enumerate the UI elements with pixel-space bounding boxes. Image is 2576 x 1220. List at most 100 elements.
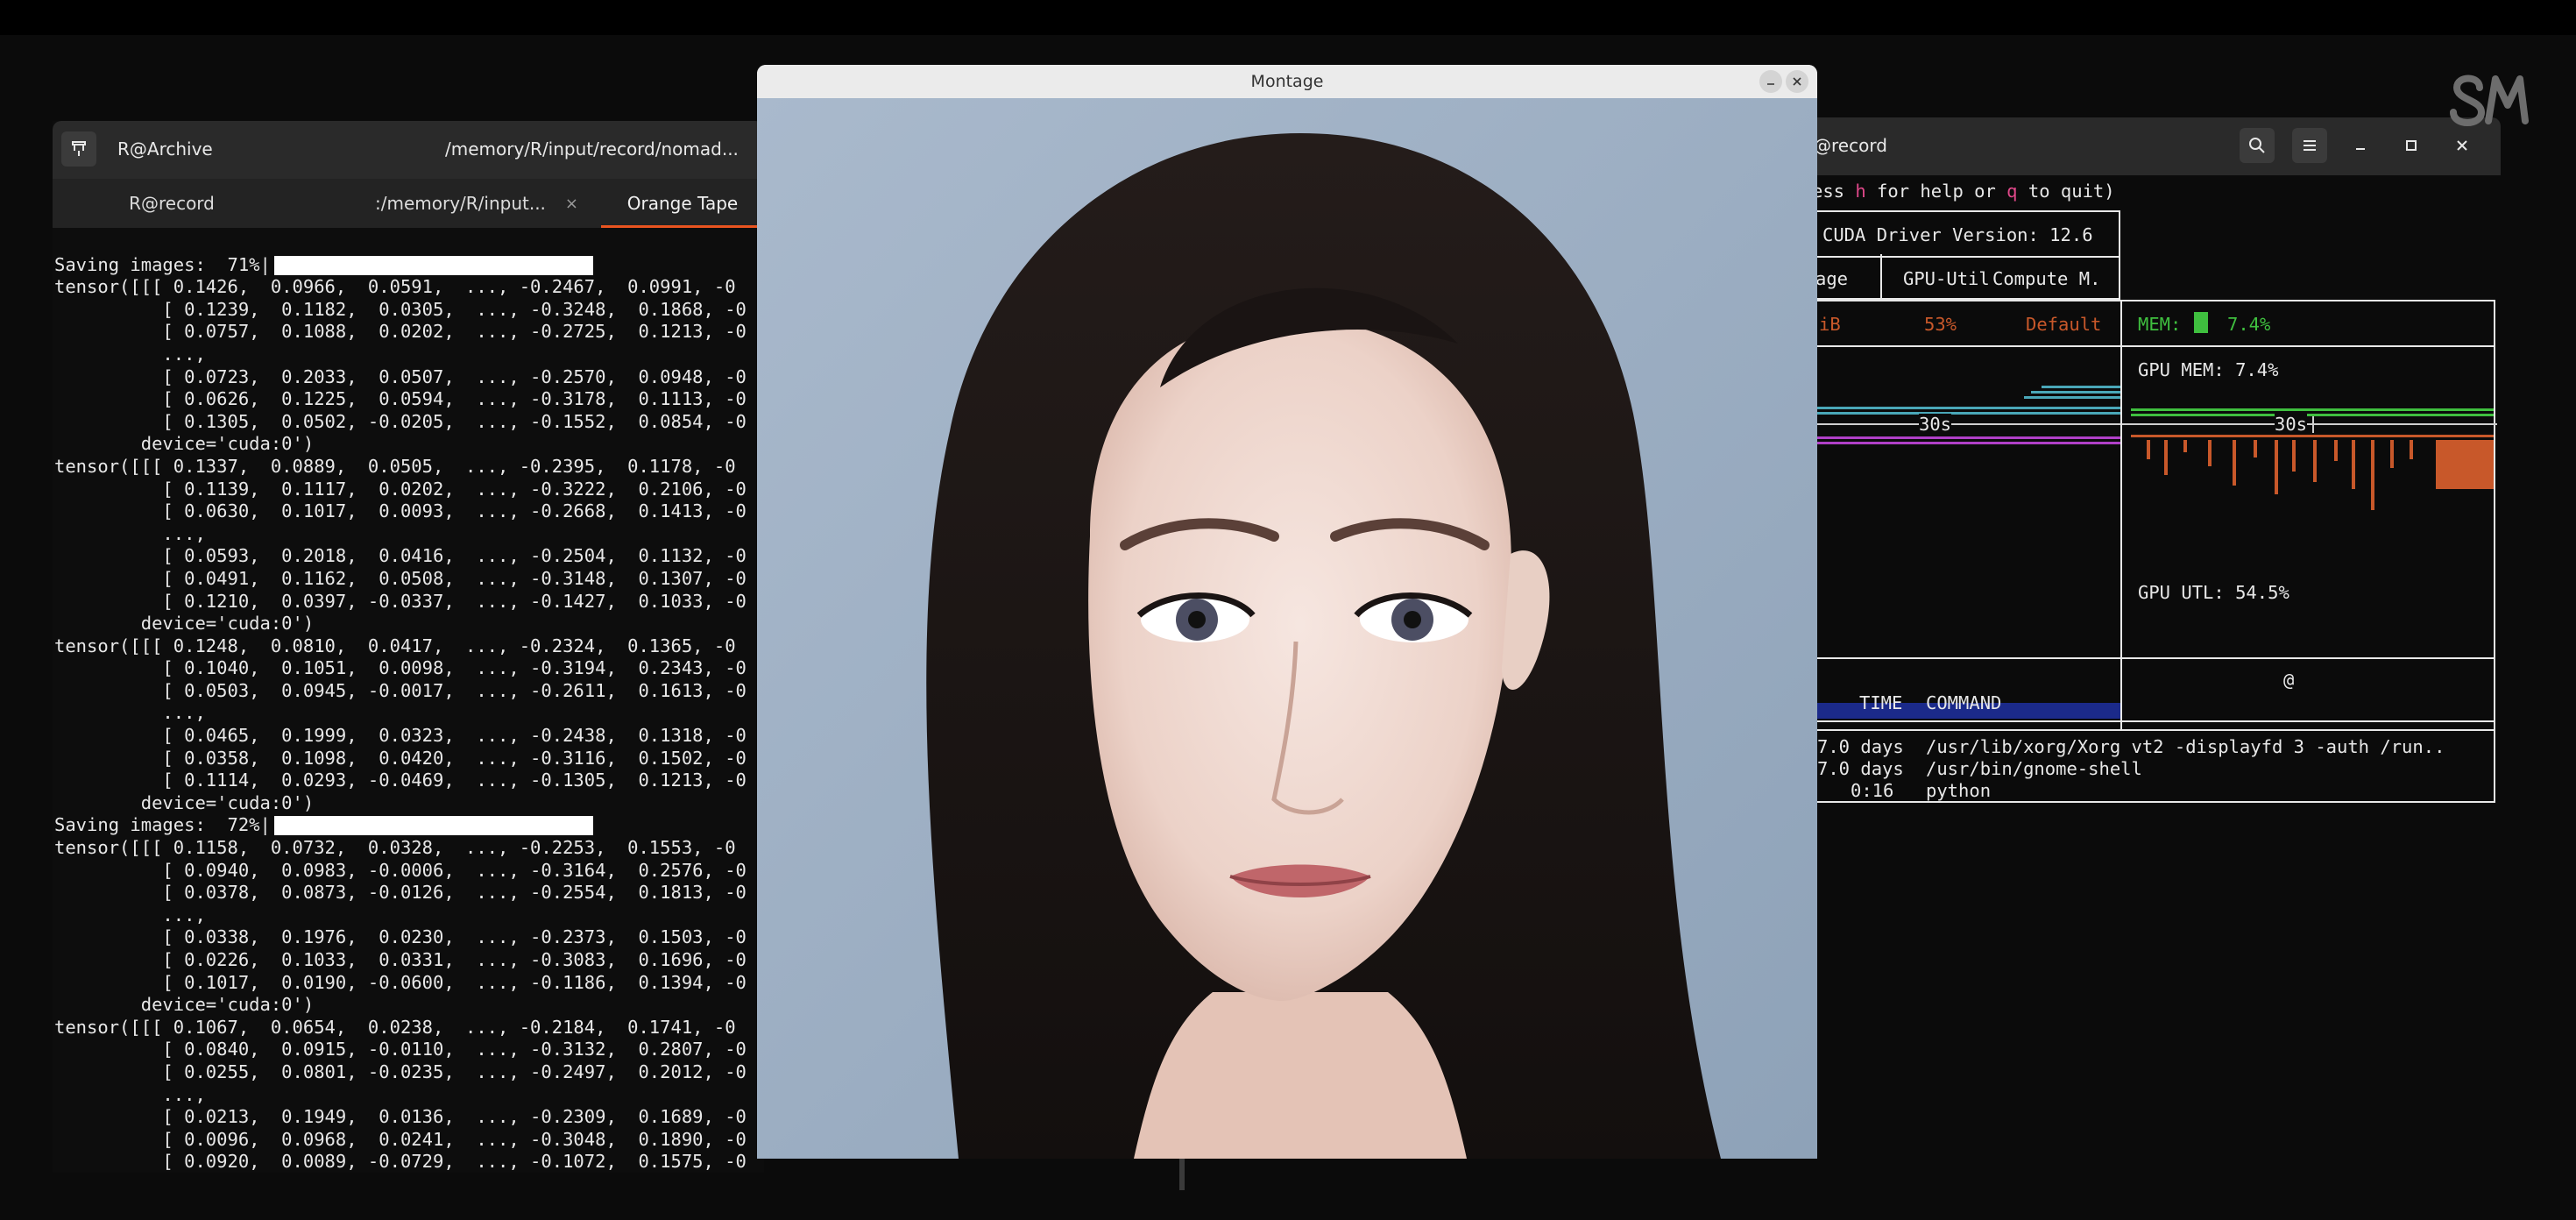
tab-record[interactable]: R@record [53,179,291,228]
col-header-compute: Compute M. [1992,268,2101,289]
log-line: [ 0.0378, 0.0873, -0.0126, ..., -0.2554,… [54,882,747,904]
window-title: @record [1814,135,1887,156]
log-line: device='cuda:0') [54,613,315,635]
log-line: [ 0.0491, 0.1162, 0.0508, ..., -0.3148, … [54,567,747,589]
log-line: [ 0.0338, 0.1976, 0.0230, ..., -0.2373, … [54,926,747,948]
progress-label: Saving images: 71%| [54,253,271,275]
process-command: /usr/bin/gnome-shell [1926,758,2142,779]
log-line: [ 0.0940, 0.0983, -0.0006, ..., -0.3164,… [54,859,747,881]
log-line: [ 0.0226, 0.1033, 0.0331, ..., -0.3083, … [54,949,747,970]
log-line: tensor([[[ 0.1248, 0.0810, 0.0417, ..., … [54,635,736,656]
log-line: device='cuda:0') [54,791,315,813]
process-header-time: TIME [1859,692,1903,713]
window-title: R@Archive [117,138,213,160]
tab-orange-tape[interactable]: Orange Tape [601,179,764,228]
terminal-output: Saving images: 71%| tensor([[[ 0.1426, 0.… [54,231,764,1173]
log-line: ..., [54,522,206,544]
menu-button[interactable] [2292,128,2327,163]
process-time: 7.0 days [1817,758,1904,779]
tensor-log-block: tensor([[[ 0.1426, 0.0966, 0.0591, ..., … [54,276,764,814]
log-line: [ 0.0213, 0.1949, 0.0136, ..., -0.2309, … [54,1106,747,1128]
log-line: [ 0.0723, 0.2033, 0.0507, ..., -0.2570, … [54,365,747,387]
close-icon [2457,140,2467,151]
help-key-h: h [1855,181,1866,202]
montage-title: Montage [1250,72,1324,91]
col-header-memory: age [1815,268,1849,289]
log-line: device='cuda:0') [54,994,315,1016]
time-marker: 30s [2275,414,2308,435]
close-icon [1793,77,1801,86]
log-line: [ 0.1210, 0.0397, -0.0337, ..., -0.1427,… [54,590,747,612]
montage-titlebar: Montage [757,65,1817,98]
log-line: ..., [54,343,206,365]
help-line: ess h for help or q to quit) [1812,181,2115,202]
log-line: ..., [54,904,206,926]
log-line: ..., [54,702,206,724]
log-line: [ 0.0358, 0.1098, 0.0420, ..., -0.3116, … [54,747,747,769]
mem-label: MEM: [2138,314,2182,335]
help-key-q: q [2006,181,2018,202]
log-line: tensor([[[ 0.1426, 0.0966, 0.0591, ..., … [54,276,736,298]
log-line: tensor([[[ 0.1337, 0.0889, 0.0505, ..., … [54,455,736,477]
log-line: [ 0.0255, 0.0801, -0.0235, ..., -0.2497,… [54,1060,747,1082]
log-line: [ 0.0626, 0.1225, 0.0594, ..., -0.3178, … [54,388,747,410]
progress-bar [273,816,593,836]
divider [2120,300,2122,345]
gpu-util-history-left [1805,436,2120,444]
log-line: [ 0.0593, 0.2018, 0.0416, ..., -0.2504, … [54,545,747,567]
process-command: python [1926,780,1992,801]
log-line: [ 0.1305, 0.0502, -0.0205, ..., -0.1552,… [54,410,747,432]
cuda-driver-version: CUDA Driver Version: 12.6 [1822,224,2093,245]
divider [1880,254,1882,300]
log-line: [ 0.0096, 0.0968, 0.0241, ..., -0.3048, … [54,1128,747,1150]
tab-label: Orange Tape [626,193,739,214]
minimize-icon [1767,83,1774,85]
process-time: 7.0 days [1817,736,1904,757]
help-text: ess [1812,181,1856,202]
tab-close-icon[interactable]: × [565,195,578,213]
window-path: /memory/R/input/record/nomad... [445,138,739,160]
log-line: [ 0.0840, 0.0915, -0.0110, ..., -0.3132,… [54,1039,747,1060]
minimize-button[interactable] [2343,128,2378,163]
help-text: for help or [1865,181,2007,202]
hamburger-menu-icon [2304,140,2316,151]
pin-button[interactable] [61,131,96,167]
montage-close-button[interactable] [1786,70,1808,93]
col-header-gpu-util: GPU-Util [1903,268,1990,289]
gpu-mem-history-left [1805,386,2120,415]
log-line: [ 0.0630, 0.1017, 0.0093, ..., -0.2668, … [54,500,747,522]
log-line: [ 0.1114, 0.0293, -0.0469, ..., -0.1305,… [54,770,747,791]
tab-input-path[interactable]: :/memory/R/input... × [315,179,638,228]
tensor-log-block: tensor([[[ 0.1158, 0.0732, 0.0328, ..., … [54,837,764,1173]
log-line: [ 0.1040, 0.1051, 0.0098, ..., -0.3194, … [54,657,747,679]
progress-line: Saving images: 71%| [54,254,764,277]
log-line: [ 0.0503, 0.0945, -0.0017, ..., -0.2611,… [54,679,747,701]
log-line: [ 0.1017, 0.0190, -0.0600, ..., -0.1186,… [54,971,747,993]
progress-line: Saving images: 72%| [54,814,764,837]
montage-minimize-button[interactable] [1759,70,1782,93]
gpu-mem-history-right [2131,408,2494,416]
log-line: device='cuda:0') [54,433,315,455]
process-list-box [1801,719,2495,803]
process-time: 0:16 [1851,780,1894,801]
search-icon [2249,138,2265,153]
log-line: tensor([[[ 0.1067, 0.0654, 0.0238, ..., … [54,1016,736,1038]
maximize-icon [2406,140,2417,151]
mem-bar [2194,312,2208,333]
log-line: [ 0.1239, 0.1182, 0.0305, ..., -0.3248, … [54,298,747,320]
tab-bar: R@record :/memory/R/input... × Orange Ta… [53,179,764,228]
mem-value: 7.4% [2227,314,2271,335]
log-line: tensor([[[ 0.1158, 0.0732, 0.0328, ..., … [54,837,736,859]
help-text: to quit) [2017,181,2115,202]
maximize-button[interactable] [2394,128,2429,163]
progress-label: Saving images: 72%| [54,814,271,836]
terminal-window-archive: R@Archive /memory/R/input/record/nomad..… [53,121,764,1173]
text-cursor-marker [1179,1159,1185,1190]
terminal-window-monitor: @record ess h for help or q to quit) CUD… [1801,117,2501,854]
gpu-util-history-right [2131,435,2494,510]
search-button[interactable] [2240,128,2275,163]
progress-bar [273,255,593,275]
process-header-box [1801,657,2495,722]
montage-window: Montage [757,65,1817,1159]
log-line: [ 0.0920, 0.0089, -0.0729, ..., -0.1072,… [54,1151,747,1173]
